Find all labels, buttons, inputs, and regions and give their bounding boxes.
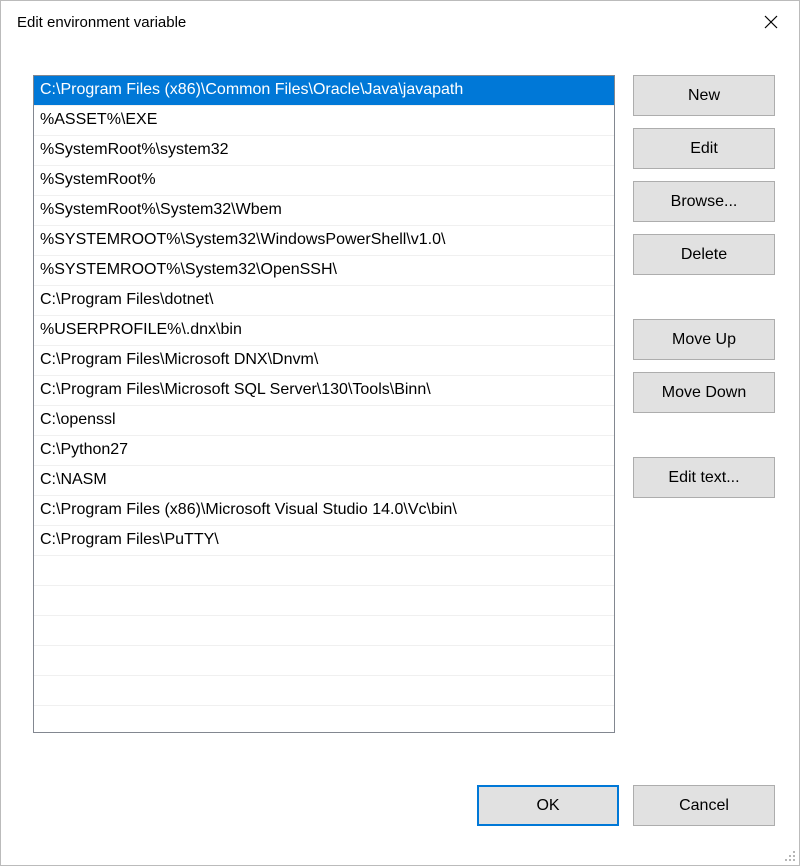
- move-up-button[interactable]: Move Up: [633, 319, 775, 360]
- resize-grip-icon[interactable]: [782, 848, 796, 862]
- edit-button[interactable]: Edit: [633, 128, 775, 169]
- list-item[interactable]: C:\Program Files (x86)\Microsoft Visual …: [34, 496, 614, 526]
- list-item[interactable]: %ASSET%\EXE: [34, 106, 614, 136]
- list-item[interactable]: C:\Program Files\Microsoft DNX\Dnvm\: [34, 346, 614, 376]
- list-item[interactable]: %SYSTEMROOT%\System32\WindowsPowerShell\…: [34, 226, 614, 256]
- list-item[interactable]: C:\NASM: [34, 466, 614, 496]
- list-item[interactable]: %SYSTEMROOT%\System32\OpenSSH\: [34, 256, 614, 286]
- delete-button[interactable]: Delete: [633, 234, 775, 275]
- list-item[interactable]: C:\Program Files\PuTTY\: [34, 526, 614, 556]
- list-item[interactable]: %SystemRoot%\System32\Wbem: [34, 196, 614, 226]
- cancel-button[interactable]: Cancel: [633, 785, 775, 826]
- list-item[interactable]: C:\Program Files (x86)\Common Files\Orac…: [34, 76, 614, 106]
- list-item[interactable]: C:\Program Files\dotnet\: [34, 286, 614, 316]
- side-button-column: New Edit Browse... Delete Move Up Move D…: [633, 75, 775, 769]
- list-item[interactable]: C:\Python27: [34, 436, 614, 466]
- edit-text-button[interactable]: Edit text...: [633, 457, 775, 498]
- close-button[interactable]: [743, 1, 799, 43]
- list-item[interactable]: C:\openssl: [34, 406, 614, 436]
- window-title: Edit environment variable: [17, 14, 186, 31]
- list-item[interactable]: C:\Program Files\Microsoft SQL Server\13…: [34, 376, 614, 406]
- close-icon: [764, 15, 778, 29]
- list-item[interactable]: %SystemRoot%\system32: [34, 136, 614, 166]
- list-item[interactable]: %SystemRoot%: [34, 166, 614, 196]
- list-item[interactable]: %USERPROFILE%\.dnx\bin: [34, 316, 614, 346]
- bottom-button-bar: OK Cancel: [1, 785, 799, 846]
- move-down-button[interactable]: Move Down: [633, 372, 775, 413]
- ok-button[interactable]: OK: [477, 785, 619, 826]
- list-item[interactable]: .: [34, 586, 614, 616]
- path-listbox[interactable]: C:\Program Files (x86)\Common Files\Orac…: [33, 75, 615, 733]
- browse-button[interactable]: Browse...: [633, 181, 775, 222]
- new-button[interactable]: New: [633, 75, 775, 116]
- list-item[interactable]: .: [34, 676, 614, 706]
- titlebar: Edit environment variable: [1, 1, 799, 43]
- dialog-body: C:\Program Files (x86)\Common Files\Orac…: [1, 43, 799, 785]
- list-item[interactable]: .: [34, 646, 614, 676]
- list-item[interactable]: .: [34, 706, 614, 733]
- list-item[interactable]: .: [34, 616, 614, 646]
- list-item[interactable]: .: [34, 556, 614, 586]
